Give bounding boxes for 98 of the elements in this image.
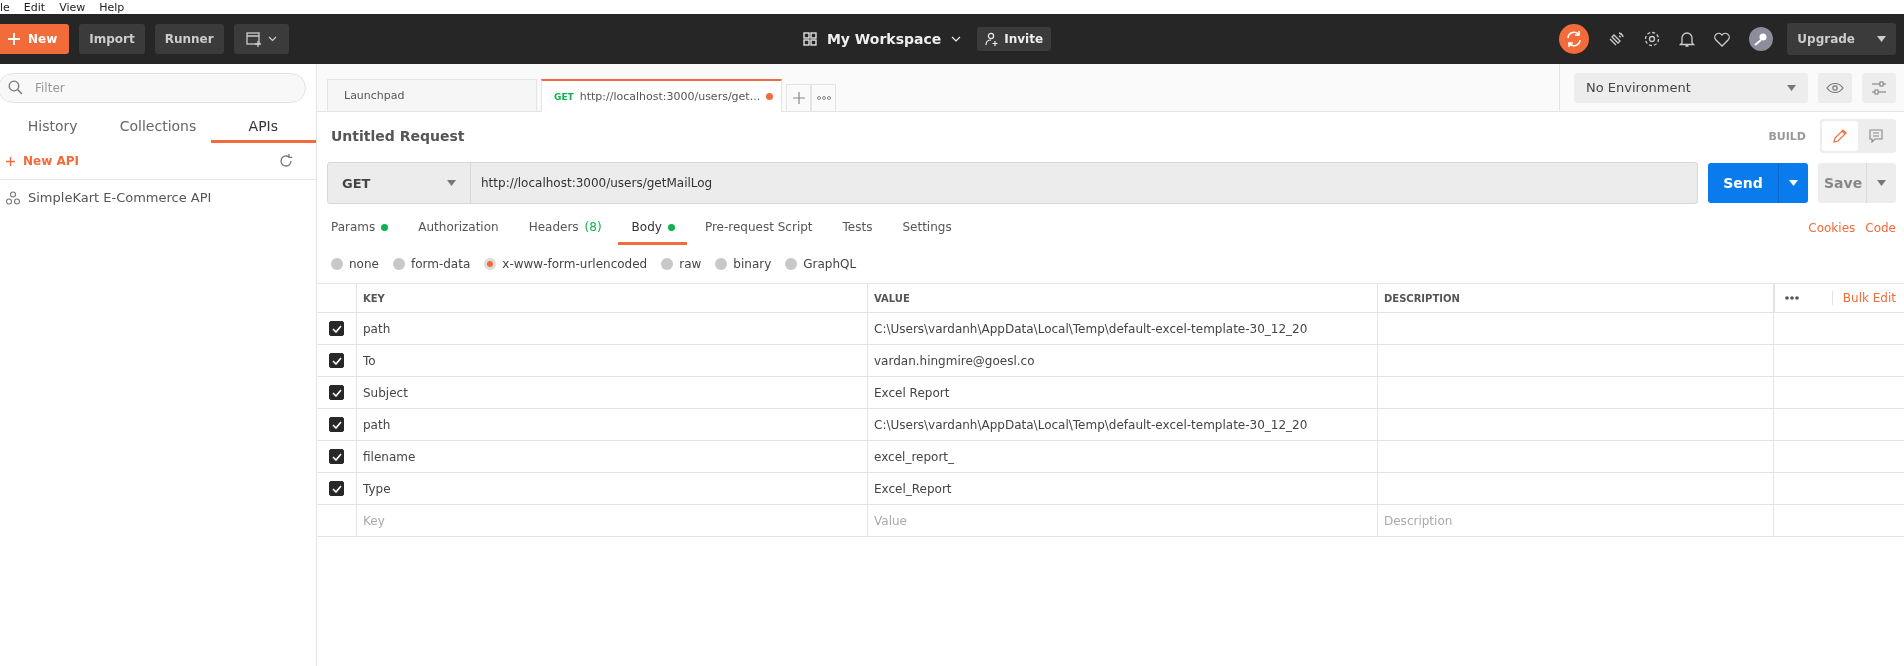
column-header: KEY [357, 284, 868, 312]
satellite-icon[interactable] [1607, 30, 1626, 48]
radio-label: binary [733, 257, 772, 271]
environment-quick-look-button[interactable] [1818, 72, 1852, 103]
send-options-button[interactable] [1778, 163, 1808, 203]
pencil-icon [1832, 128, 1848, 144]
new-window-button[interactable] [233, 24, 289, 54]
comment-icon [1868, 128, 1884, 144]
radio-button[interactable] [331, 258, 343, 270]
request-section-tab[interactable]: Authorization [418, 216, 499, 245]
table-cell[interactable]: Type [357, 473, 868, 504]
radio-button[interactable] [785, 258, 798, 270]
request-tab[interactable]: Launchpad [327, 79, 537, 111]
check-icon [331, 356, 342, 365]
grid-icon [802, 32, 817, 46]
workspace-dropdown[interactable]: My Workspace [796, 30, 968, 48]
column-header: DESCRIPTION [1378, 284, 1774, 312]
more-tabs-button[interactable] [811, 84, 837, 111]
menu-item[interactable]: Edit [23, 2, 46, 14]
table-cell[interactable]: path [357, 409, 868, 440]
request-section-tab[interactable]: Pre-request Script [704, 216, 813, 245]
refresh-icon[interactable] [278, 153, 294, 169]
settings-icon[interactable] [1643, 30, 1662, 48]
checkbox[interactable] [329, 481, 344, 496]
build-mode-label: BUILD [1768, 129, 1806, 143]
table-cell[interactable]: path [357, 313, 868, 344]
request-section-tab[interactable]: Headers (8) [528, 216, 602, 245]
api-list-item[interactable]: SimpleKart E-Commerce API [0, 180, 316, 215]
check-icon [331, 452, 342, 461]
radio-button[interactable] [484, 258, 497, 270]
checkbox[interactable] [329, 449, 344, 464]
sync-icon[interactable] [1559, 24, 1590, 54]
eye-icon [1826, 81, 1844, 94]
upgrade-button[interactable]: Upgrade [1787, 23, 1896, 55]
check-icon [331, 388, 342, 397]
radio-label: none [349, 257, 379, 271]
plus-icon [8, 33, 20, 45]
filter-field[interactable]: Filter [0, 73, 306, 103]
invite-button[interactable]: Invite [977, 27, 1052, 51]
menu-item[interactable]: le [0, 2, 10, 14]
radio-button[interactable] [392, 258, 405, 270]
window-icon [245, 31, 262, 47]
radio-button[interactable] [661, 258, 674, 270]
table-cell[interactable]: excel_report_ [868, 441, 1378, 472]
request-section-tab[interactable]: Params [331, 216, 389, 245]
runner-button[interactable]: Runner [154, 24, 224, 54]
caret-icon [1877, 180, 1886, 186]
radio-button[interactable] [715, 258, 728, 270]
heart-icon[interactable] [1713, 31, 1732, 47]
radio-label: x-www-form-urlencoded [502, 257, 648, 271]
table-cell[interactable]: C:\Users\vardanh\AppData\Local\Temp\default-excel-template-30_12_20 [868, 409, 1378, 440]
bell-icon[interactable] [1679, 30, 1696, 48]
request-section-tab[interactable]: Body [617, 216, 687, 245]
more-icon [816, 96, 831, 100]
check-icon [331, 484, 342, 493]
checkbox[interactable] [329, 353, 344, 368]
check-icon [331, 324, 342, 333]
caret-icon [1787, 84, 1796, 91]
table-cell[interactable]: Excel_Report [868, 473, 1378, 504]
checkbox[interactable] [329, 385, 344, 400]
caret-icon [1877, 36, 1886, 42]
search-icon [8, 80, 23, 95]
table-cell[interactable]: Excel Report [868, 377, 1378, 408]
more-icon[interactable] [1785, 296, 1799, 300]
caret-icon [951, 36, 962, 42]
caret-icon [1789, 180, 1798, 186]
plus-icon [6, 156, 15, 166]
import-button[interactable]: Import [79, 24, 145, 54]
sidebar-tab[interactable]: Collections [105, 111, 211, 143]
nodes-icon [6, 190, 20, 205]
add-user-icon [985, 32, 1000, 46]
column-header: VALUE [868, 284, 1378, 312]
edit-button[interactable] [1822, 121, 1858, 151]
radio-label: raw [679, 257, 702, 271]
table-cell[interactable]: C:\Users\vardanh\AppData\Local\Temp\default-excel-template-30_12_20 [868, 313, 1378, 344]
table-cell[interactable]: Subject [357, 377, 868, 408]
avatar-icon[interactable] [1749, 27, 1774, 51]
menu-item[interactable]: Help [99, 2, 125, 14]
check-icon [331, 420, 342, 429]
menu-item[interactable]: View [59, 2, 86, 14]
radio-label: form-data [410, 257, 471, 271]
request-tab[interactable]: GET http://localhost:3000/users/get... [541, 79, 783, 112]
checkbox[interactable] [329, 321, 344, 336]
caret-icon [267, 36, 277, 42]
table-cell[interactable]: vardan.hingmire@goesl.co [868, 345, 1378, 376]
environment-dropdown[interactable]: No Environment [1574, 72, 1808, 103]
sidebar-tab[interactable]: History [0, 111, 106, 143]
table-cell[interactable]: To [357, 345, 868, 376]
plus-icon [792, 92, 805, 104]
request-section-tab[interactable]: Tests [842, 216, 873, 245]
sliders-icon [1871, 80, 1887, 95]
radio-label: GraphQL [803, 257, 857, 271]
request-section-tab[interactable]: Settings [902, 216, 952, 245]
sidebar-tab[interactable]: APIs [210, 111, 316, 143]
checkbox[interactable] [329, 417, 344, 432]
request-title: Untitled Request [331, 128, 465, 144]
table-cell[interactable]: filename [357, 441, 868, 472]
send-button[interactable]: Send [1708, 163, 1778, 203]
